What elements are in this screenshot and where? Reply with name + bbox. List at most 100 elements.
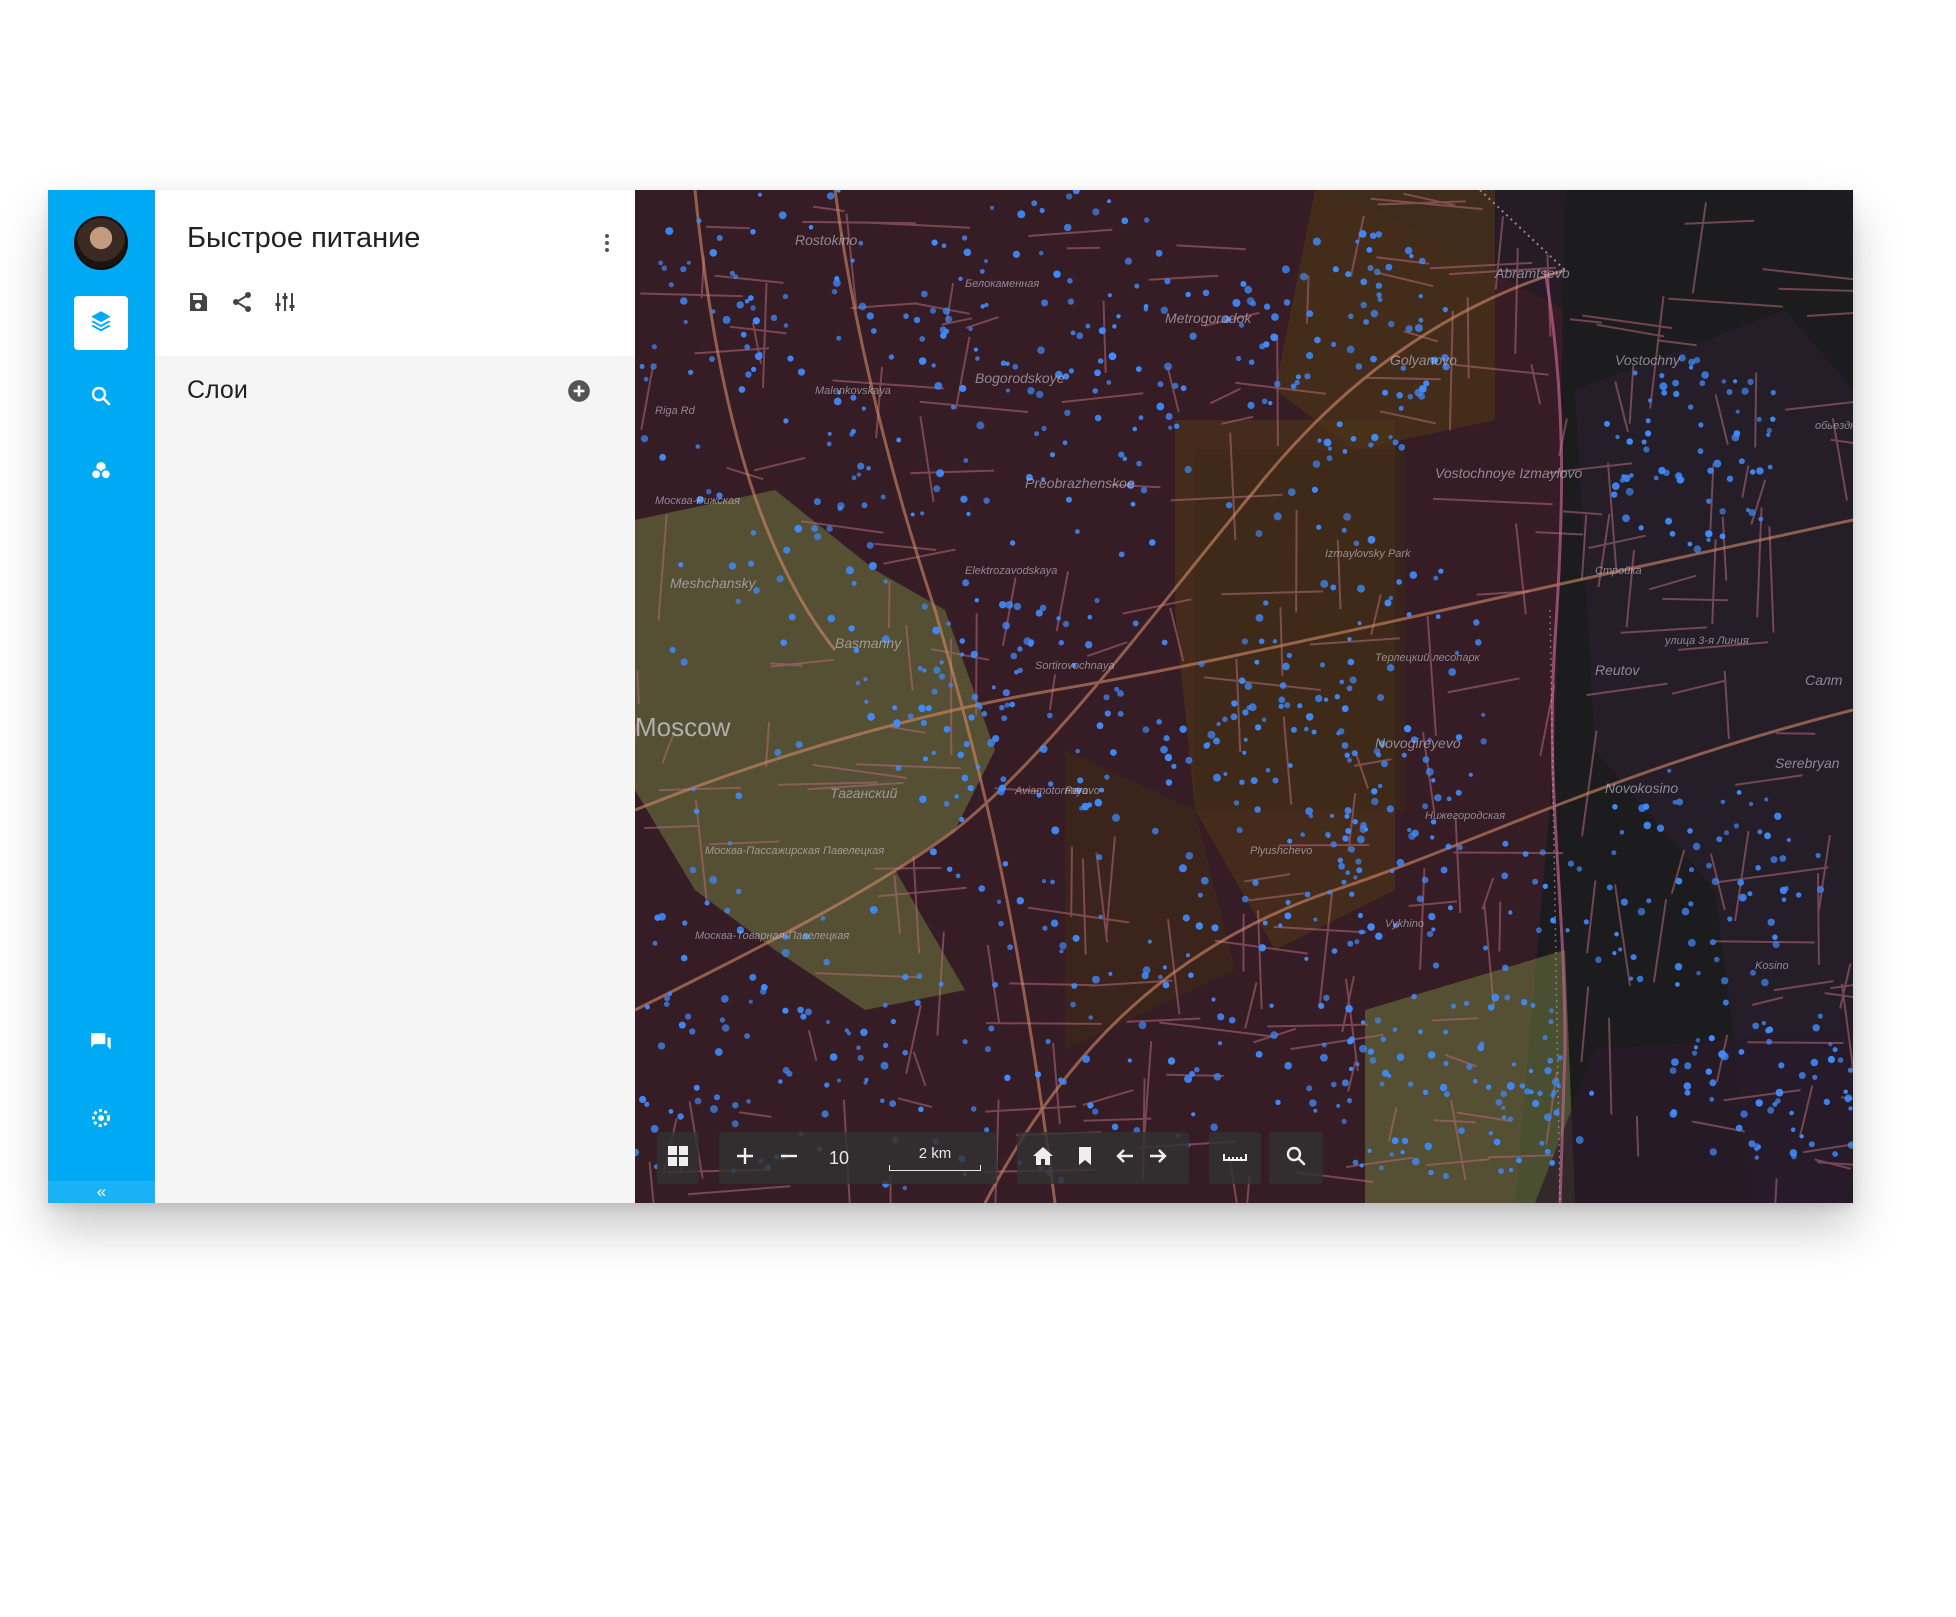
map-point — [1182, 914, 1190, 922]
map-place-label: Москва-Товарная-Павелецкая — [695, 930, 850, 942]
avatar[interactable] — [74, 216, 128, 270]
tune-button[interactable] — [273, 290, 299, 316]
map-point — [1082, 1055, 1090, 1063]
map-point — [1583, 919, 1589, 925]
groups-nav-button[interactable] — [74, 446, 128, 500]
map-search-button[interactable] — [1276, 1132, 1316, 1184]
map-point — [1097, 358, 1104, 364]
map-point — [1388, 320, 1395, 328]
map-point — [860, 1028, 868, 1037]
toolbar-group-grid — [657, 1132, 699, 1184]
map-point — [1094, 798, 1103, 807]
map-point — [1738, 458, 1745, 465]
map-point — [920, 511, 925, 516]
map-point — [961, 774, 969, 782]
map-point — [1185, 291, 1191, 298]
map-point — [1308, 813, 1314, 819]
map-point — [1701, 371, 1709, 379]
map-point — [1270, 333, 1278, 342]
zoom-in-button[interactable] — [725, 1132, 765, 1184]
map-point — [1352, 818, 1358, 825]
map-point — [781, 949, 790, 957]
map-point — [1016, 897, 1024, 905]
map-point — [1418, 385, 1427, 393]
map-point — [738, 386, 746, 393]
share-button[interactable] — [230, 290, 256, 316]
map-point — [1130, 501, 1136, 507]
map-point — [1346, 1098, 1353, 1104]
ruler-button[interactable] — [1215, 1132, 1255, 1184]
map-place-label: Novogireyevo — [1375, 735, 1461, 751]
map-point — [1331, 1081, 1337, 1088]
map-point — [963, 741, 970, 748]
map-point — [1843, 1089, 1848, 1094]
map-point — [780, 639, 787, 646]
map-point — [1096, 854, 1103, 861]
layers-nav-button[interactable] — [74, 296, 128, 350]
map-point — [925, 705, 932, 712]
map-place-label: Таганский — [830, 785, 898, 801]
map-point — [1099, 787, 1105, 793]
scale-bar: 2 km — [889, 1132, 981, 1184]
map-point — [1258, 944, 1266, 952]
map-place-label: Sortirovochnaya — [1035, 660, 1115, 672]
map-point — [783, 323, 789, 328]
map-point — [1071, 983, 1078, 989]
add-layer-button[interactable] — [566, 378, 594, 406]
map-point — [1001, 715, 1008, 722]
chat-nav-button[interactable] — [74, 1018, 128, 1072]
map-point — [1072, 934, 1080, 942]
map-point — [750, 229, 756, 235]
map-point — [1549, 1008, 1554, 1013]
home-button[interactable] — [1023, 1132, 1063, 1184]
map-point — [748, 295, 754, 301]
map-point — [895, 765, 902, 771]
map-point — [1656, 824, 1665, 832]
map-point — [1369, 1057, 1377, 1064]
map-point — [1313, 1108, 1318, 1113]
map-point — [845, 566, 854, 575]
map-point — [1334, 694, 1340, 700]
map-point — [782, 293, 789, 300]
more-menu-button[interactable] — [595, 228, 619, 258]
map-point — [1483, 945, 1488, 951]
toolbar-group-search — [1269, 1132, 1323, 1184]
map-point — [1669, 1067, 1677, 1074]
map-point — [1263, 341, 1270, 348]
map-point — [1136, 460, 1142, 467]
map-point — [826, 192, 835, 200]
bookmark-button[interactable] — [1065, 1132, 1105, 1184]
map-point — [1508, 910, 1513, 915]
forward-button[interactable] — [1138, 1132, 1178, 1184]
map-point — [1766, 427, 1772, 434]
map-point — [999, 601, 1007, 609]
search-nav-button[interactable] — [74, 371, 128, 425]
map-place-label: Abramtsevo — [1495, 265, 1570, 281]
map-point — [1370, 309, 1379, 318]
save-button[interactable] — [186, 290, 212, 316]
map-point — [1324, 831, 1331, 838]
map-point — [658, 912, 666, 921]
map-point — [744, 1033, 750, 1039]
map-point — [1675, 982, 1680, 987]
panel-header: Быстрое питание — [155, 190, 635, 356]
map-point — [827, 431, 832, 436]
settings-nav-button[interactable] — [74, 1093, 128, 1147]
map-point — [919, 336, 926, 342]
map-point — [960, 652, 965, 657]
map-point — [1138, 1021, 1147, 1030]
map-canvas[interactable]: Rostokino Белокаменная Abramtsevo Metrogoro… — [635, 190, 1853, 1203]
map-point — [652, 940, 658, 946]
map-point — [1013, 602, 1022, 611]
map-point — [1379, 1165, 1384, 1171]
zoom-out-button[interactable] — [769, 1132, 809, 1184]
map-point — [1475, 639, 1482, 646]
map-point — [1056, 616, 1061, 621]
grid-button[interactable] — [658, 1132, 698, 1184]
collapse-button[interactable]: « — [48, 1181, 155, 1203]
map-point — [1304, 891, 1311, 898]
map-point — [1252, 879, 1259, 886]
map-point — [1445, 843, 1452, 850]
map-point — [1348, 1066, 1354, 1072]
map-point — [1521, 999, 1528, 1006]
